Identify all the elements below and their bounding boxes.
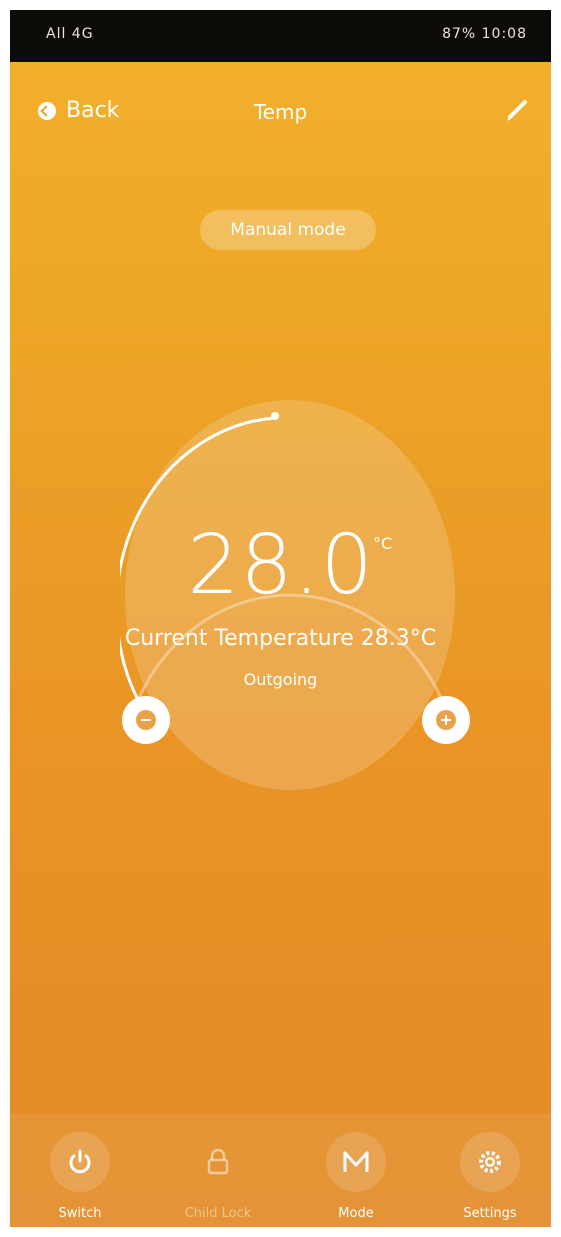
app-screen: All 4G 87% 10:08 Back Temp Manual mode 2… <box>10 10 551 1227</box>
edit-button[interactable] <box>505 96 531 122</box>
nav-switch-label: Switch <box>58 1206 102 1221</box>
page-title: Temp <box>253 100 308 124</box>
temperature-unit: °C <box>373 534 393 553</box>
battery-time-text: 87% 10:08 <box>442 26 527 42</box>
nav-mode[interactable]: Mode <box>296 1114 416 1227</box>
nav-settings-label: Settings <box>463 1206 517 1221</box>
decrease-temperature-button[interactable] <box>122 696 170 744</box>
nav-child-lock[interactable]: Child Lock <box>158 1114 278 1227</box>
nav-switch[interactable]: Switch <box>20 1114 140 1227</box>
nav-mode-label: Mode <box>338 1206 374 1221</box>
minus-icon <box>136 710 156 730</box>
status-bar: All 4G 87% 10:08 <box>10 10 551 62</box>
set-temperature-value: 28.0 <box>187 518 374 613</box>
mode-badge[interactable]: Manual mode <box>200 210 376 250</box>
signal-text: All 4G <box>46 26 94 42</box>
increase-temperature-button[interactable] <box>422 696 470 744</box>
heating-status: Outgoing <box>243 670 318 689</box>
mode-m-icon <box>343 1151 369 1172</box>
nav-settings[interactable]: Settings <box>430 1114 550 1227</box>
header: Back Temp <box>10 62 551 162</box>
plus-icon <box>436 710 456 730</box>
gear-icon <box>479 1151 501 1173</box>
lock-icon <box>207 1148 229 1175</box>
bottom-nav: Switch Child Lock Mode Settings <box>10 1114 551 1227</box>
pencil-icon <box>507 100 527 121</box>
power-icon <box>69 1149 91 1174</box>
current-temperature: Current Temperature 28.3°C <box>124 626 437 651</box>
nav-child-lock-label: Child Lock <box>184 1206 252 1221</box>
